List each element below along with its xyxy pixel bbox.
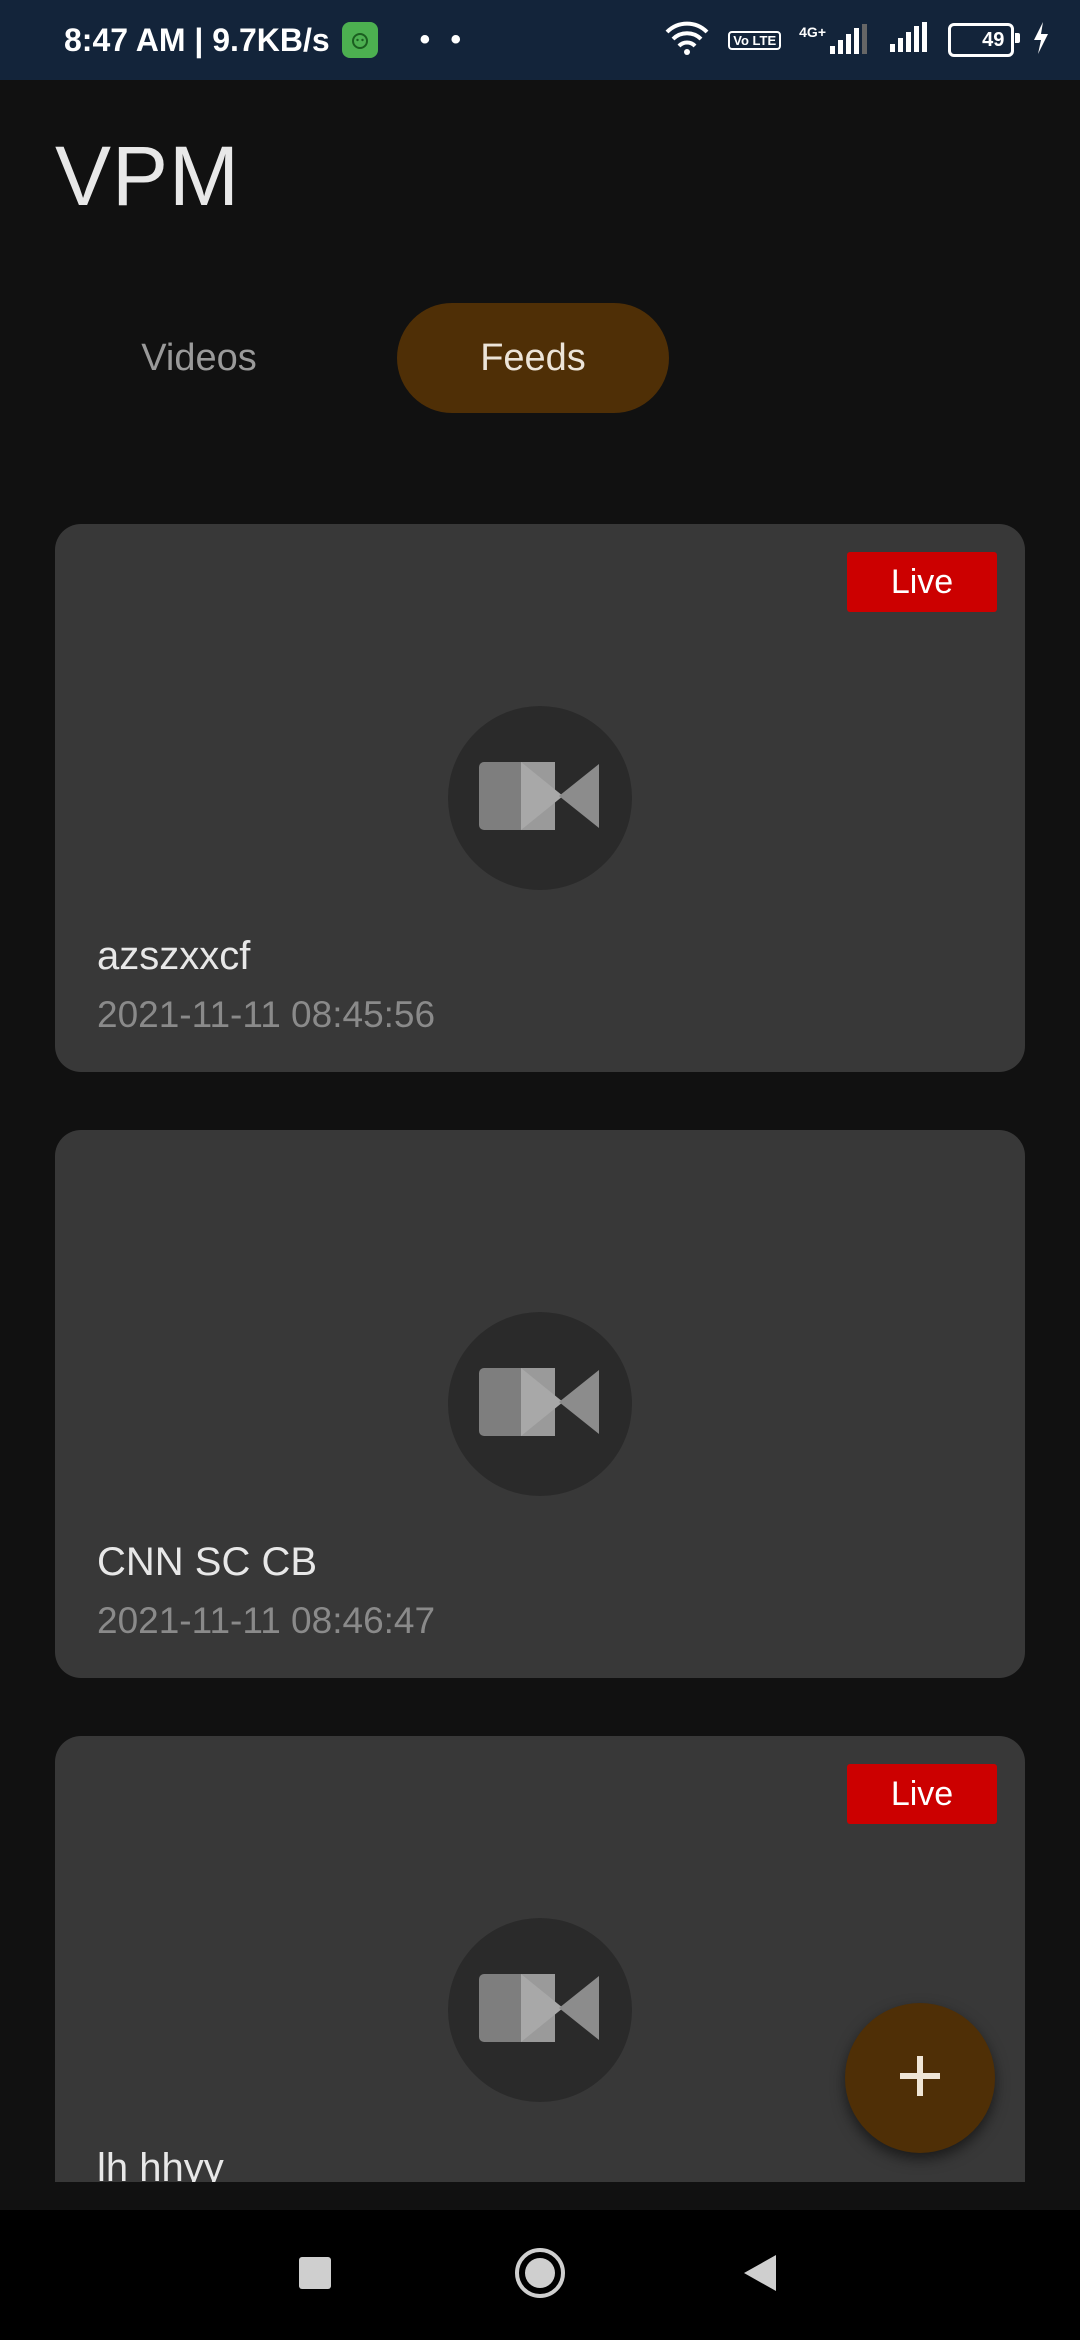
circle-icon	[514, 2247, 566, 2304]
live-badge: Live	[847, 552, 997, 612]
add-feed-button[interactable]	[845, 2003, 995, 2153]
home-button[interactable]	[480, 2210, 600, 2340]
feed-date: 2021-11-11 08:45:56	[97, 994, 436, 1035]
status-bar: 8:47 AM | 9.7KB/s • • Vo LTE 4G+ 49	[0, 0, 1080, 80]
tab-videos[interactable]: Videos	[63, 303, 335, 413]
volte-icon: Vo LTE	[728, 30, 782, 50]
video-thumbnail	[448, 1918, 632, 2102]
video-camera-icon	[475, 1364, 605, 1445]
video-camera-icon	[475, 758, 605, 839]
page-title: VPM	[55, 129, 241, 223]
recents-button[interactable]	[255, 2210, 375, 2340]
wifi-icon	[664, 20, 710, 61]
video-thumbnail	[448, 706, 632, 890]
feed-name: azszxxcf	[97, 934, 251, 978]
video-thumbnail	[448, 1312, 632, 1496]
feed-list[interactable]: Live azszxxcf 2021-11-11 08:45:56 CNN SC…	[0, 520, 1080, 2182]
feed-card[interactable]: CNN SC CB 2021-11-11 08:46:47	[55, 1130, 1025, 1678]
plus-icon	[896, 2052, 944, 2105]
signal-4g-icon: 4G+	[799, 24, 870, 56]
feed-name: CNN SC CB	[97, 1540, 318, 1584]
more-notifications-icon: • •	[419, 23, 467, 56]
app-notification-icon	[341, 22, 378, 58]
feed-date: 2021-11-11 08:46:47	[97, 1600, 436, 1641]
status-right: Vo LTE 4G+ 49	[664, 0, 1050, 80]
tab-feeds[interactable]: Feeds	[397, 303, 669, 413]
back-button[interactable]	[700, 2210, 820, 2340]
signal-icon	[888, 21, 930, 59]
square-icon	[298, 2256, 332, 2295]
feed-name: lh hhyy	[97, 2146, 224, 2182]
network-type-label: 4G+	[799, 24, 826, 40]
charging-icon	[1032, 21, 1050, 59]
video-camera-icon	[475, 1970, 605, 2051]
battery-level: 49	[982, 28, 1005, 51]
triangle-back-icon	[742, 2253, 778, 2298]
status-time-speed: 8:47 AM | 9.7KB/s	[64, 21, 330, 58]
battery-icon: 49	[948, 23, 1020, 57]
system-nav-bar	[0, 2210, 1080, 2340]
live-badge: Live	[847, 1764, 997, 1824]
status-left: 8:47 AM | 9.7KB/s • •	[64, 0, 467, 80]
feed-card[interactable]: Live azszxxcf 2021-11-11 08:45:56	[55, 524, 1025, 1072]
